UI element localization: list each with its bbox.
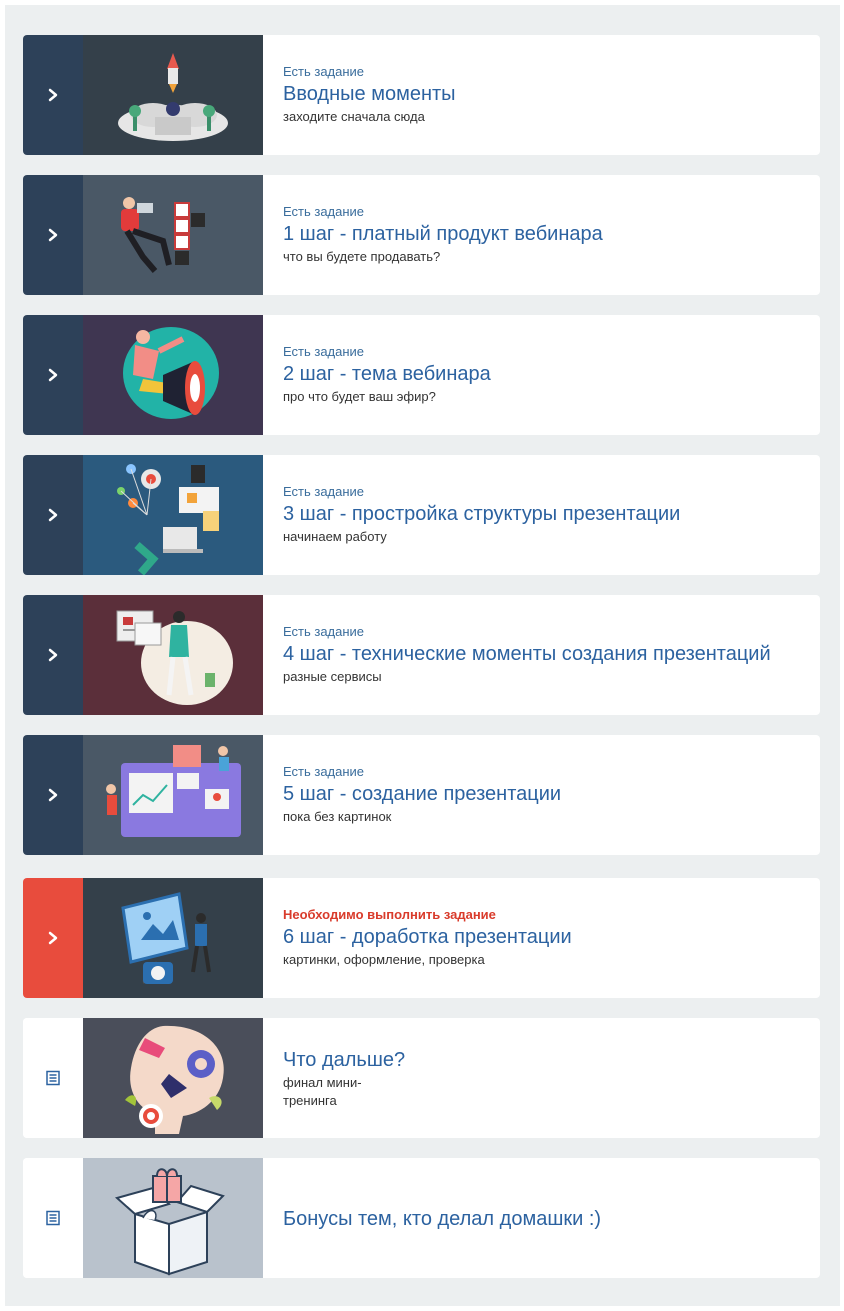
lesson-subtitle: разные сервисы <box>283 669 382 684</box>
lesson-title[interactable]: 5 шаг - создание презентации <box>283 782 800 806</box>
lesson-title[interactable]: 2 шаг - тема вебинара <box>283 362 800 386</box>
task-status: Есть задание <box>283 484 365 499</box>
chevron-right-icon <box>48 648 58 662</box>
lesson-title[interactable]: 3 шаг - простройка структуры презентации <box>283 502 800 526</box>
lesson-card[interactable]: Бонусы тем, кто делал домашки :) <box>23 1158 820 1278</box>
lesson-card[interactable]: Есть задание 5 шаг - создание презентаци… <box>23 735 820 855</box>
lesson-title[interactable]: Что дальше? <box>283 1048 800 1072</box>
lesson-subtitle: картинки, оформление, проверка <box>283 952 485 967</box>
task-status: Есть задание <box>283 344 365 359</box>
lesson-title[interactable]: Бонусы тем, кто делал домашки :) <box>283 1207 800 1231</box>
lesson-side[interactable] <box>23 175 83 295</box>
lesson-side[interactable] <box>23 1158 83 1278</box>
lesson-card[interactable]: Необходимо выполнить задание 6 шаг - дор… <box>23 878 820 998</box>
chevron-right-icon <box>48 228 58 242</box>
lesson-card[interactable]: Есть задание 3 шаг - простройка структур… <box>23 455 820 575</box>
lesson-side[interactable] <box>23 735 83 855</box>
task-status: Есть задание <box>283 624 365 639</box>
lesson-card[interactable]: Что дальше? финал мини-тренинга <box>23 1018 820 1138</box>
lesson-subtitle: финал мини-тренинга <box>283 1075 362 1108</box>
list-document-icon <box>46 1210 60 1226</box>
lesson-subtitle: что вы будете продавать? <box>283 249 441 264</box>
lesson-title[interactable]: 1 шаг - платный продукт вебинара <box>283 222 800 246</box>
lesson-card[interactable]: Есть задание 4 шаг - технические моменты… <box>23 595 820 715</box>
task-status: Есть задание <box>283 64 365 79</box>
lesson-side[interactable] <box>23 315 83 435</box>
list-document-icon <box>46 1070 60 1086</box>
lesson-thumbnail <box>83 1018 263 1138</box>
chevron-right-icon <box>48 508 58 522</box>
chevron-right-icon <box>48 788 58 802</box>
chevron-right-icon <box>48 931 58 945</box>
lesson-subtitle: начинаем работу <box>283 529 387 544</box>
lesson-list: Есть задание Вводные моменты заходите сн… <box>5 5 840 1306</box>
lesson-side[interactable] <box>23 35 83 155</box>
lesson-side[interactable] <box>23 878 83 998</box>
lesson-card[interactable]: Есть задание 1 шаг - платный продукт веб… <box>23 175 820 295</box>
lesson-title[interactable]: Вводные моменты <box>283 82 800 106</box>
lesson-thumbnail <box>83 315 263 435</box>
lesson-thumbnail <box>83 175 263 295</box>
lesson-thumbnail <box>83 35 263 155</box>
lesson-subtitle: про что будет ваш эфир? <box>283 389 436 404</box>
chevron-right-icon <box>48 368 58 382</box>
lesson-subtitle: пока без картинок <box>283 809 392 824</box>
lesson-thumbnail <box>83 455 263 575</box>
chevron-right-icon <box>48 88 58 102</box>
lesson-card[interactable]: Есть задание Вводные моменты заходите сн… <box>23 35 820 155</box>
task-status: Есть задание <box>283 764 365 779</box>
lesson-title[interactable]: 4 шаг - технические моменты создания пре… <box>283 642 800 666</box>
lesson-side[interactable] <box>23 1018 83 1138</box>
lesson-card[interactable]: Есть задание 2 шаг - тема вебинара про ч… <box>23 315 820 435</box>
lesson-thumbnail <box>83 1158 263 1278</box>
lesson-thumbnail <box>83 878 263 998</box>
lesson-thumbnail <box>83 735 263 855</box>
task-status: Есть задание <box>283 204 365 219</box>
task-status: Необходимо выполнить задание <box>283 907 496 922</box>
lesson-side[interactable] <box>23 595 83 715</box>
lesson-thumbnail <box>83 595 263 715</box>
lesson-title[interactable]: 6 шаг - доработка презентации <box>283 925 800 949</box>
lesson-side[interactable] <box>23 455 83 575</box>
lesson-subtitle: заходите сначала сюда <box>283 109 425 124</box>
